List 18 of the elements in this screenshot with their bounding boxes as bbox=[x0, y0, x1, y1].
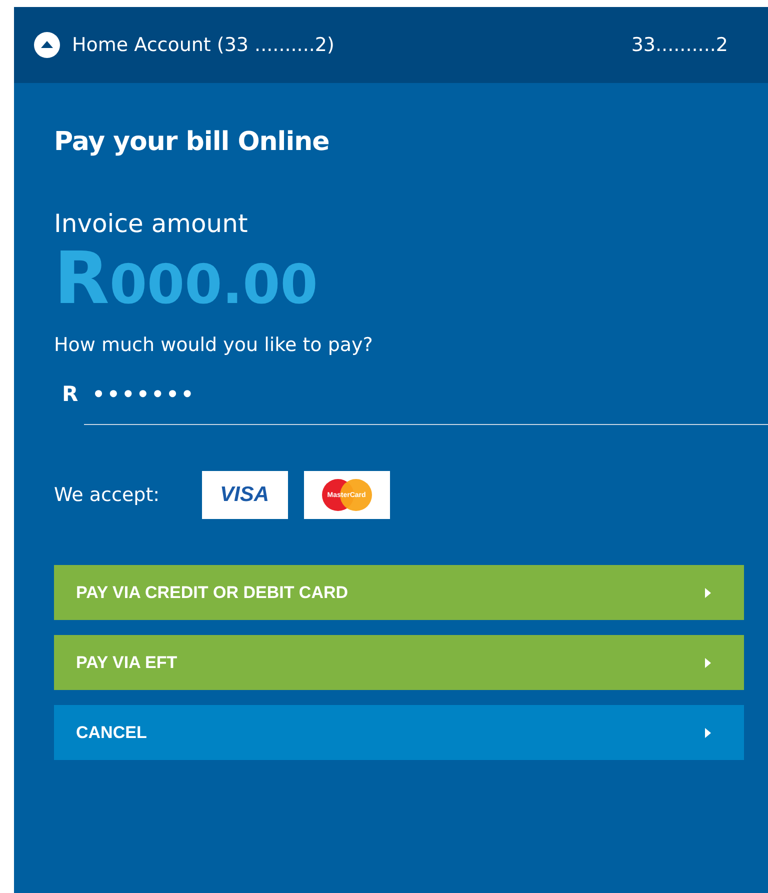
amount-input[interactable]: ••••••• bbox=[92, 382, 292, 406]
panel-heading: Pay your bill Online bbox=[54, 127, 330, 157]
pay-button[interactable]: PAY VIA CREDIT OR DEBIT CARD bbox=[54, 565, 744, 620]
invoice-label: Invoice amount bbox=[54, 209, 248, 238]
account-header[interactable]: Home Account (33 ..........2) 33..........2 bbox=[14, 7, 768, 83]
account-title: Home Account (33 ..........2) bbox=[72, 34, 336, 56]
invoice-amount: R000.00 bbox=[54, 238, 318, 318]
currency-prefix: R bbox=[62, 382, 78, 406]
caret-right-icon bbox=[704, 656, 712, 668]
visa-text: VISA bbox=[220, 483, 270, 507]
account-number: 33..........2 bbox=[631, 34, 728, 56]
caret-right-icon bbox=[704, 726, 712, 738]
pay-button[interactable]: PAY VIA EFT bbox=[54, 635, 744, 690]
accept-label: We accept: bbox=[54, 484, 160, 506]
collapse-icon[interactable] bbox=[34, 32, 60, 58]
amount-question: How much would you like to pay? bbox=[54, 334, 373, 356]
cancel-button[interactable]: CANCEL bbox=[54, 705, 744, 760]
caret-right-icon bbox=[704, 586, 712, 598]
